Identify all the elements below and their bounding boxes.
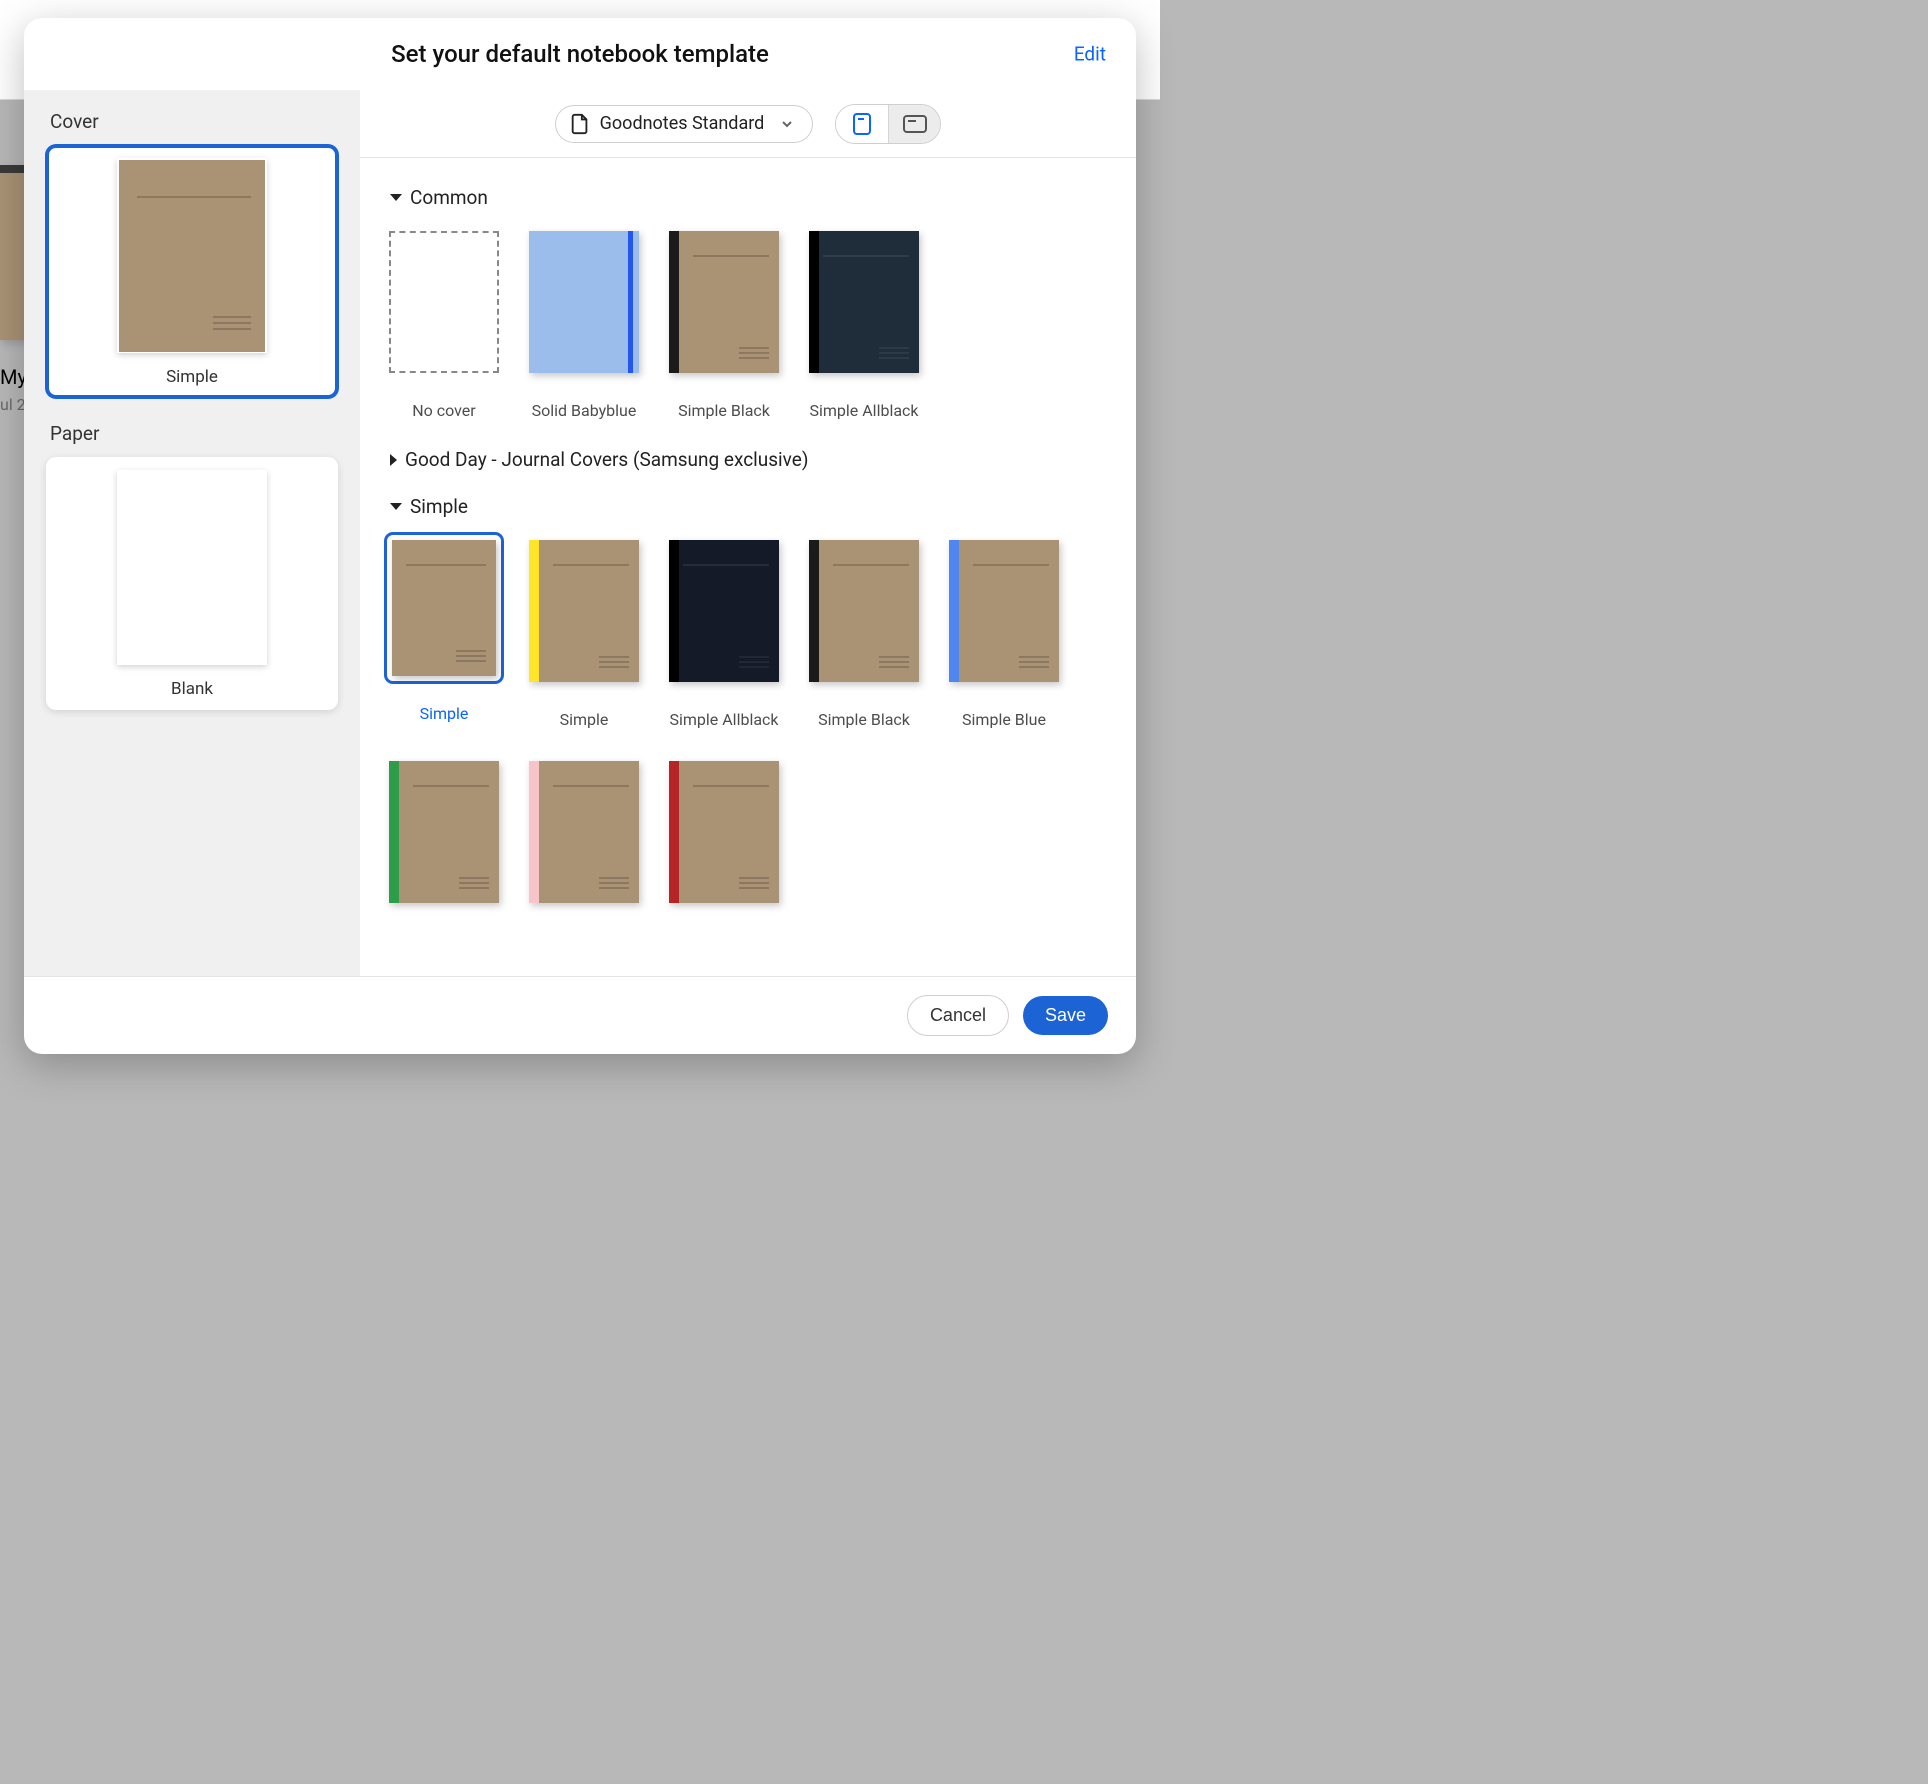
cover-tile-simple-pink[interactable] [528, 753, 640, 931]
section-simple-tiles: Simple Simple Simple Allblack [388, 532, 1110, 931]
orientation-landscape[interactable] [888, 105, 940, 143]
section-common-tiles: No cover Solid Babyblue Simple Black [388, 223, 1110, 420]
cancel-button[interactable]: Cancel [907, 995, 1009, 1036]
sidebar: Cover Simple Paper Blank [24, 90, 360, 976]
cover-tile-simple-allblack-2[interactable]: Simple Allblack [668, 532, 780, 729]
portrait-icon [853, 113, 871, 135]
sidebar-cover-name: Simple [166, 367, 218, 387]
main-toolbar: Goodnotes Standard [360, 90, 1136, 158]
edit-link[interactable]: Edit [1074, 43, 1106, 66]
template-set-dropdown[interactable]: Goodnotes Standard [555, 105, 814, 143]
sidebar-cover-label: Cover [46, 110, 338, 133]
section-title: Simple [410, 495, 468, 518]
modal-body: Cover Simple Paper Blank [24, 90, 1136, 976]
section-title: Good Day - Journal Covers (Samsung exclu… [405, 448, 808, 471]
cover-tile-nocover[interactable]: No cover [388, 223, 500, 420]
section-goodday-header[interactable]: Good Day - Journal Covers (Samsung exclu… [388, 438, 1110, 485]
cover-tile-babyblue[interactable]: Solid Babyblue [528, 223, 640, 420]
sidebar-paper-label: Paper [46, 422, 338, 445]
sidebar-cover-card[interactable]: Simple [46, 145, 338, 398]
cover-tile-simple-black-2[interactable]: Simple Black [808, 532, 920, 729]
save-button[interactable]: Save [1023, 996, 1108, 1035]
section-title: Common [410, 186, 488, 209]
chevron-down-icon [390, 503, 402, 510]
section-common-header[interactable]: Common [388, 176, 1110, 223]
modal-title: Set your default notebook template [391, 40, 769, 68]
modal-header: Set your default notebook template Edit [24, 18, 1136, 90]
sidebar-paper-name: Blank [171, 679, 213, 699]
chevron-right-icon [390, 454, 397, 466]
modal-footer: Cancel Save [24, 976, 1136, 1054]
template-modal: Set your default notebook template Edit … [24, 18, 1136, 1054]
orientation-toggle [835, 104, 941, 144]
bg-notebook-title: My [0, 365, 27, 389]
document-icon [570, 113, 590, 135]
dropdown-label: Goodnotes Standard [600, 113, 765, 134]
chevron-down-icon [390, 194, 402, 201]
sidebar-paper-card[interactable]: Blank [46, 457, 338, 710]
cover-tile-simple-allblack[interactable]: Simple Allblack [808, 223, 920, 420]
bg-notebook-date: ul 2 [0, 395, 26, 414]
template-gallery[interactable]: Common No cover Solid Babyblue [360, 158, 1136, 976]
cover-tile-simple-plain[interactable]: Simple [388, 532, 500, 729]
cover-tile-simple-red[interactable] [668, 753, 780, 931]
main-panel: Goodnotes Standard [360, 90, 1136, 976]
cover-tile-simple-yellow[interactable]: Simple [528, 532, 640, 729]
sidebar-paper-thumb [117, 470, 267, 665]
cover-tile-simple-green[interactable] [388, 753, 500, 931]
chevron-down-icon [780, 117, 794, 131]
cover-tile-simple-blue[interactable]: Simple Blue [948, 532, 1060, 729]
landscape-icon [903, 115, 927, 133]
sidebar-cover-thumb [117, 158, 267, 353]
cover-tile-simple-black[interactable]: Simple Black [668, 223, 780, 420]
orientation-portrait[interactable] [836, 105, 888, 143]
section-simple-header[interactable]: Simple [388, 485, 1110, 532]
